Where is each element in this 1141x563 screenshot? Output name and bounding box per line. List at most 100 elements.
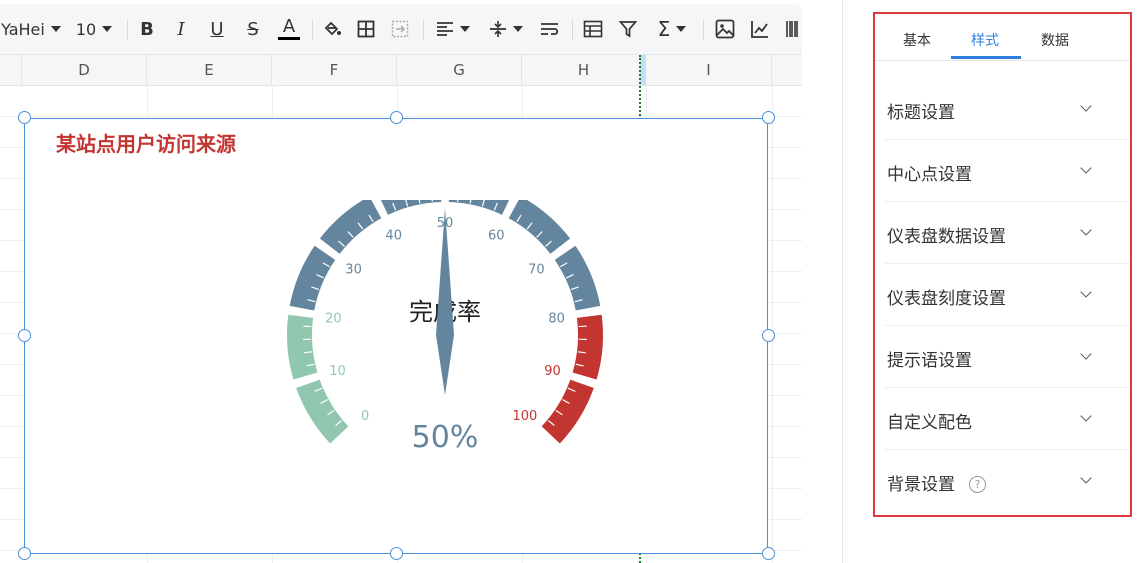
chevron-down-icon [513, 26, 523, 32]
toolbar-divider [703, 20, 704, 40]
sum-function-select[interactable]: Σ [650, 12, 694, 46]
grid-line [772, 86, 773, 563]
chevron-down-icon[interactable] [1080, 348, 1092, 360]
resize-handle-left[interactable] [18, 329, 31, 342]
tab-style[interactable]: 样式 [971, 30, 999, 50]
resize-handle-bottom[interactable] [390, 547, 403, 560]
column-header-f[interactable]: F [272, 55, 397, 85]
gauge-tick [577, 310, 593, 316]
section-tooltip-settings[interactable]: 提示语设置 [885, 326, 1130, 388]
sigma-icon: Σ [657, 17, 671, 41]
tab-basic[interactable]: 基本 [903, 30, 931, 50]
paint-bucket-icon [324, 21, 341, 36]
toolbar-divider [127, 20, 128, 40]
barcode-icon [786, 21, 798, 37]
strikethrough-icon: S [247, 18, 259, 40]
horizontal-align-select[interactable] [431, 12, 475, 46]
section-label: 标题设置 [887, 103, 955, 123]
section-label: 仪表盘数据设置 [887, 227, 1006, 247]
section-label: 仪表盘刻度设置 [887, 289, 1006, 309]
fill-color-button[interactable] [318, 12, 346, 46]
chevron-down-icon[interactable] [1080, 410, 1092, 422]
vertical-align-select[interactable] [484, 12, 528, 46]
section-gauge-data-settings[interactable]: 仪表盘数据设置 [885, 202, 1130, 264]
underline-button[interactable]: U [204, 12, 230, 46]
gauge-axis-label: 100 [512, 409, 537, 424]
table-icon [583, 20, 603, 38]
border-button[interactable] [352, 12, 380, 46]
column-header-partial[interactable] [0, 55, 22, 85]
chevron-down-icon[interactable] [1080, 162, 1092, 174]
font-size-value: 10 [75, 19, 97, 39]
tab-data[interactable]: 数据 [1041, 30, 1069, 50]
column-header-d[interactable]: D [22, 55, 147, 85]
resize-handle-right[interactable] [762, 329, 775, 342]
resize-handle-bottom-left[interactable] [18, 547, 31, 560]
gauge-axis-label: 80 [548, 311, 565, 326]
chevron-down-icon[interactable] [1080, 286, 1092, 298]
gauge-tick [303, 325, 312, 328]
resize-handle-top[interactable] [390, 111, 403, 124]
section-label-text: 背景设置 [887, 475, 955, 495]
font-size-select[interactable]: 10 [72, 12, 116, 46]
chevron-down-icon [50, 26, 61, 32]
bold-button[interactable]: B [134, 12, 160, 46]
gauge-segment [319, 200, 382, 254]
toolbar-divider [312, 20, 313, 40]
filter-button[interactable] [614, 12, 642, 46]
chevron-down-icon[interactable] [1080, 472, 1092, 484]
font-color-button[interactable]: A [275, 12, 303, 46]
resize-handle-bottom-right[interactable] [762, 547, 775, 560]
gauge-axis-label: 90 [544, 364, 561, 379]
resize-handle-top-left[interactable] [18, 111, 31, 124]
wrap-text-button[interactable] [536, 12, 564, 46]
strikethrough-button[interactable]: S [240, 12, 266, 46]
section-label: 背景设置? [887, 470, 986, 495]
section-title-settings[interactable]: 标题设置 [885, 78, 1130, 140]
gauge-tick [578, 325, 587, 328]
table-button[interactable] [579, 12, 607, 46]
bold-icon: B [140, 18, 154, 40]
font-family-select[interactable]: YaHei [0, 12, 62, 46]
italic-button[interactable]: I [168, 12, 194, 46]
chevron-down-icon[interactable] [1080, 224, 1092, 236]
merge-cells-button[interactable] [386, 12, 414, 46]
gauge-tick [302, 375, 318, 382]
column-header-i[interactable]: I [646, 55, 772, 85]
column-header-e[interactable]: E [147, 55, 272, 85]
gauge-axis-label: 70 [528, 263, 545, 278]
toolbar-divider [423, 20, 424, 40]
barcode-button[interactable] [782, 12, 802, 46]
gauge-segment [572, 314, 603, 380]
section-center-settings[interactable]: 中心点设置 [885, 140, 1130, 202]
insert-image-button[interactable] [711, 12, 739, 46]
gauge-segment [541, 379, 594, 444]
wrap-text-icon [541, 23, 559, 35]
chevron-down-icon[interactable] [1080, 100, 1092, 112]
chevron-down-icon [460, 26, 470, 32]
gauge-chart: 0102030405060708090100完成率50% [287, 200, 603, 455]
section-custom-colors[interactable]: 自定义配色 [885, 388, 1130, 450]
gauge-axis-label: 60 [488, 228, 505, 243]
resize-handle-top-right[interactable] [762, 111, 775, 124]
toolbar: YaHei 10 B I U S A Σ [0, 4, 802, 55]
filter-icon [619, 21, 637, 38]
spreadsheet-area: YaHei 10 B I U S A Σ D E F G H I 某站点用户访问… [0, 0, 802, 563]
panel-divider [842, 0, 843, 563]
gauge-axis-label: 10 [329, 364, 346, 379]
column-header-g[interactable]: G [397, 55, 522, 85]
merge-cells-icon [391, 20, 409, 38]
help-icon[interactable]: ? [969, 476, 986, 493]
column-header-h[interactable]: H [522, 55, 646, 85]
gauge-pointer [436, 208, 454, 395]
section-label: 提示语设置 [887, 351, 972, 371]
section-background-settings[interactable]: 背景设置? [885, 450, 1130, 512]
gauge-axis-label: 0 [361, 409, 369, 424]
section-label: 自定义配色 [887, 413, 972, 433]
font-color-icon: A [282, 16, 296, 37]
gauge-axis-label: 20 [325, 311, 342, 326]
insert-chart-button[interactable] [746, 12, 774, 46]
chevron-down-icon [102, 26, 113, 32]
section-gauge-scale-settings[interactable]: 仪表盘刻度设置 [885, 264, 1130, 326]
border-grid-icon [357, 20, 375, 38]
